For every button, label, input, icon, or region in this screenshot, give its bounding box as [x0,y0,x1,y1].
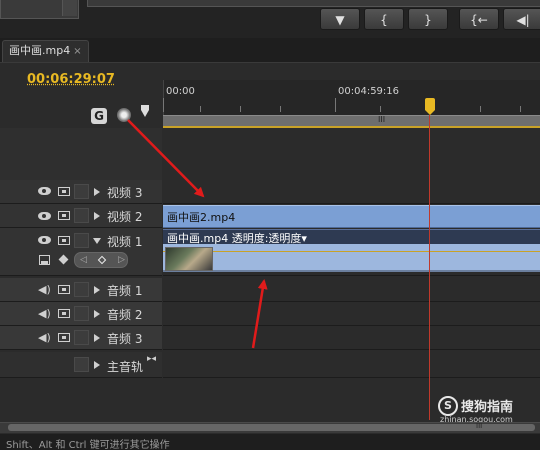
arrow-to-video-1 [251,279,268,349]
arrow-to-video-2 [127,119,205,198]
annotation-arrows [127,119,268,349]
